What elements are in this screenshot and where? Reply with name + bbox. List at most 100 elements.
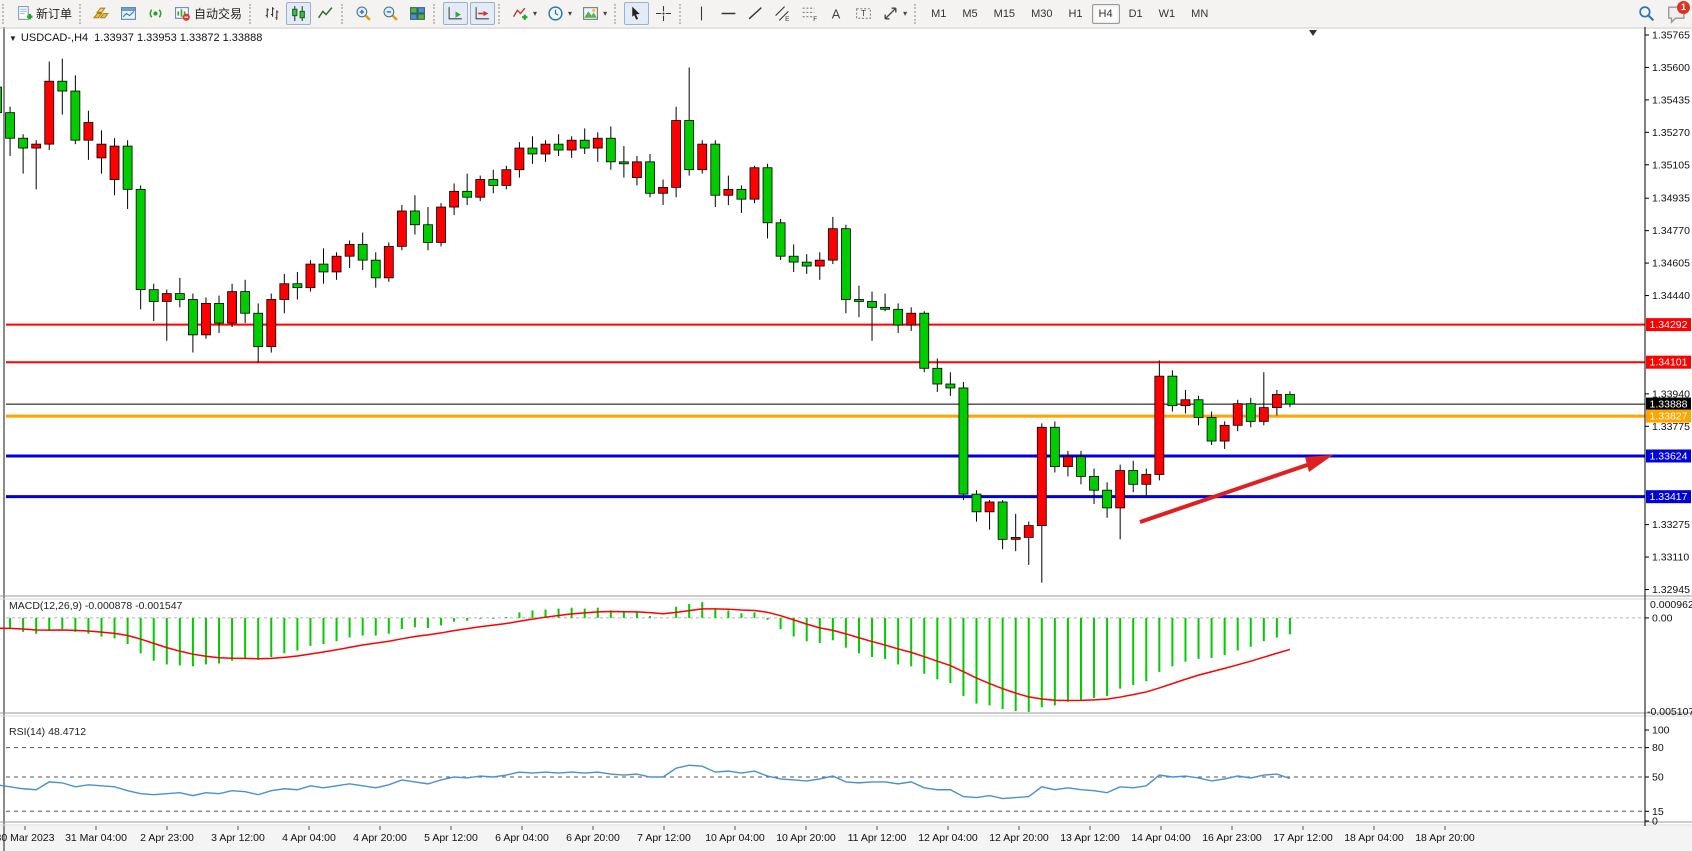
candle-body [698,144,707,170]
candle-body [619,162,628,164]
macd-tick-label: -0.005107 [1647,706,1692,718]
time-tick-label: 5 Apr 12:00 [424,832,478,844]
macd-tick-label: 0.000962 [1650,599,1692,611]
time-tick-label: 30 Mar 2023 [0,832,55,844]
price-tick-label: 1.33275 [1652,519,1690,531]
candle-body [188,299,197,334]
candle-body [450,191,459,207]
chart-ohlc-values: 1.33937 1.33953 1.33872 1.33888 [94,32,262,44]
candle-body [1024,526,1033,538]
time-tick-label: 3 Apr 12:00 [211,832,265,844]
candle-body [319,264,328,272]
candle-body [162,294,171,302]
candle-body [384,246,393,277]
candle-body [1155,376,1164,474]
time-tick-label: 4 Apr 04:00 [282,832,336,844]
price-tick-label: 1.34935 [1652,193,1690,205]
candle-body [476,180,485,198]
candle-body [763,168,772,223]
time-tick-label: 18 Apr 04:00 [1344,832,1404,844]
candle-body [502,170,511,186]
macd-tick-label: 0.00 [1652,612,1673,624]
time-tick-label: 6 Apr 04:00 [495,832,549,844]
candle-body [672,121,681,188]
candle-body [1272,394,1281,407]
candle-body [489,180,498,186]
candle-body [541,144,550,154]
candle-body [711,144,720,195]
candle-body [737,189,746,199]
price-chart-canvas[interactable]: 1.357651.356001.354351.352701.351051.349… [0,0,1692,851]
time-tick-label: 10 Apr 04:00 [705,832,765,844]
collapse-triangle-icon[interactable]: ▼ [9,34,17,43]
candle-body [345,244,354,256]
price-tick-label: 1.35105 [1652,159,1690,171]
candle-body [946,384,955,388]
candle-body [71,91,80,140]
candle-body [1037,427,1046,525]
price-tick-label: 1.35435 [1652,94,1690,106]
candle-body [1103,490,1112,508]
time-tick-label: 10 Apr 20:00 [776,832,836,844]
time-tick-label: 13 Apr 12:00 [1060,832,1120,844]
candle-body [1050,427,1059,466]
time-tick-label: 31 Mar 04:00 [65,832,127,844]
rsi-tick-label: 80 [1652,742,1664,754]
candle-body [306,264,315,288]
price-tick-label: 1.34605 [1652,258,1690,270]
candle-body [1246,404,1255,422]
time-tick-label: 7 Apr 12:00 [637,832,691,844]
candle-body [841,229,850,300]
candle-body [1011,537,1020,539]
price-tick-label: 1.35270 [1652,127,1690,139]
chart-symbol-period: USDCAD-,H4 [21,32,88,44]
candle-body [293,284,302,288]
candle-body [567,140,576,150]
candle-body [776,223,785,256]
time-tick-label: 12 Apr 04:00 [918,832,978,844]
candle-body [933,368,942,384]
candle-body [32,144,41,148]
candle-body [201,303,210,334]
candle-body [894,309,903,325]
time-tick-label: 2 Apr 23:00 [140,832,194,844]
candle-body [685,121,694,170]
candle-body [410,211,419,225]
candle-body [802,262,811,266]
time-tick-label: 14 Apr 04:00 [1131,832,1191,844]
candle-body [6,113,15,139]
level-price-label-text: 1.33827 [1650,411,1688,423]
candle-body [358,244,367,260]
candle-body [228,292,237,323]
candle-body [554,144,563,150]
candle-body [175,294,184,300]
candle-body [750,168,759,199]
candle-body [1142,474,1151,484]
candle-body [1207,417,1216,441]
candle-body [528,148,537,154]
candle-body [110,146,119,179]
candle-body [972,494,981,512]
candle-body [1076,457,1085,477]
candle-body [332,256,341,272]
price-tick-label: 1.34440 [1652,290,1690,302]
candle-body [397,211,406,246]
candle-body [515,148,524,170]
candle-body [136,189,145,289]
time-tick-label: 4 Apr 20:00 [353,832,407,844]
price-tick-label: 1.34770 [1652,225,1690,237]
level-price-label-text: 1.34292 [1650,319,1688,331]
candle-body [1285,394,1294,404]
candle-body [123,146,132,189]
candle-body [815,260,824,266]
candle-body [724,189,733,195]
price-tick-label: 1.32945 [1652,584,1690,596]
rsi-tick-label: 100 [1652,725,1670,737]
candle-body [437,207,446,242]
rsi-tick-label: 0 [1652,816,1658,828]
candle-body [84,123,93,141]
candle-body [1259,408,1268,422]
chart-background [0,27,1692,851]
candle-body [1233,404,1242,426]
candle-body [985,502,994,512]
